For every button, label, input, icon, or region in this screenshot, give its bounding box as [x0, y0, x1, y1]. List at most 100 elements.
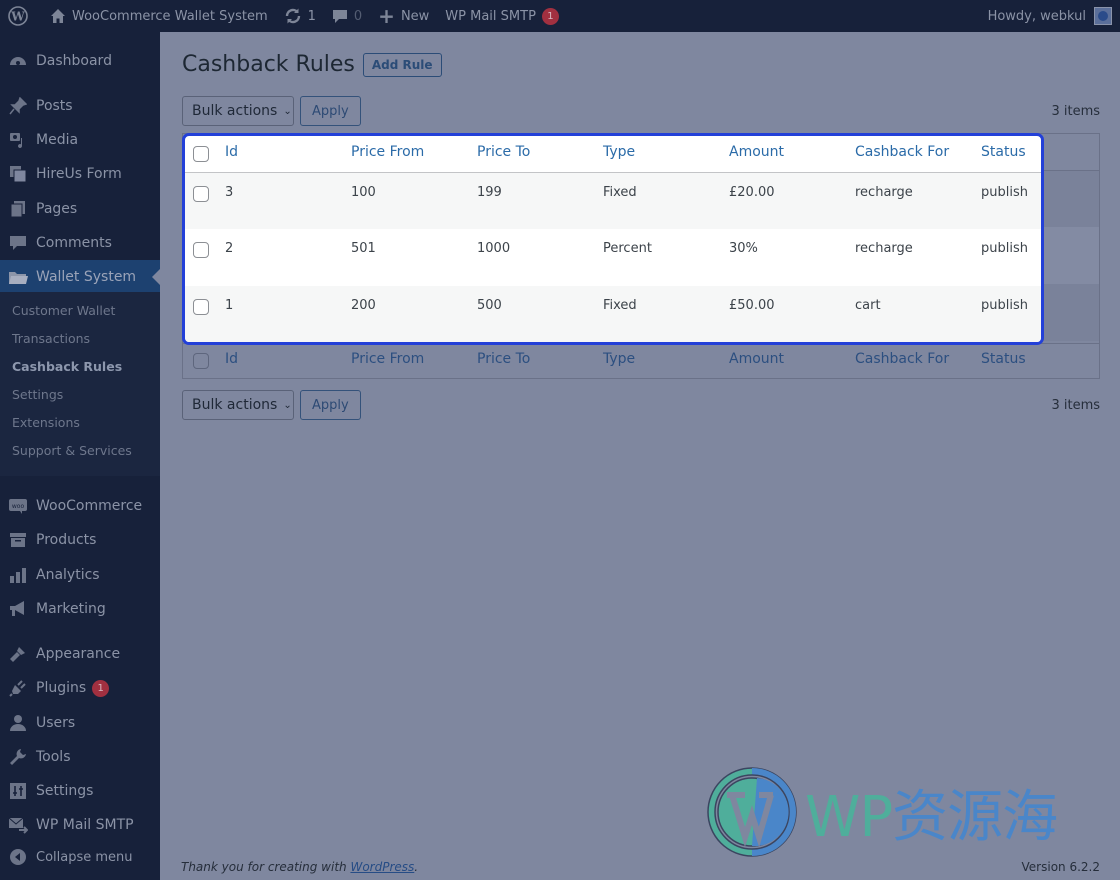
- column-amount[interactable]: Amount: [729, 136, 855, 173]
- table-row: 2 501 1000 Percent 30% recharge publish: [185, 229, 1041, 286]
- notification-badge: 1: [541, 7, 559, 25]
- cell-price-to: 199: [477, 172, 603, 229]
- menu-label: Plugins: [36, 680, 87, 696]
- column-price-to[interactable]: Price To: [477, 136, 603, 173]
- wp-logo-menu[interactable]: W: [0, 0, 42, 32]
- new-content-link[interactable]: + New: [370, 0, 437, 32]
- menu-analytics[interactable]: Analytics: [0, 558, 160, 592]
- row-checkbox[interactable]: [193, 185, 209, 202]
- cell-amount: 30%: [729, 241, 758, 256]
- add-rule-button[interactable]: Add Rule: [362, 52, 442, 77]
- menu-wp-mail-smtp[interactable]: WP Mail SMTP: [0, 808, 160, 842]
- svg-text:woo: woo: [12, 503, 25, 510]
- menu-label: WooCommerce: [36, 498, 143, 514]
- apply-button[interactable]: Apply: [300, 96, 361, 126]
- select-all-checkbox-bottom[interactable]: [193, 353, 209, 369]
- footer-column-amount[interactable]: Amount: [726, 343, 852, 377]
- menu-label: Dashboard: [36, 53, 112, 69]
- footer-column-status[interactable]: Status: [978, 343, 1100, 377]
- watermark: WP资源海: [705, 765, 1058, 859]
- column-status[interactable]: Status: [981, 136, 1041, 173]
- plus-icon: +: [378, 4, 395, 28]
- cell-status: publish: [981, 172, 1041, 229]
- submenu-cashback-rules[interactable]: Cashback Rules: [0, 353, 160, 381]
- admin-bar: W WooCommerce Wallet System 1 0 + New WP…: [0, 0, 1120, 32]
- collapse-icon: [0, 848, 36, 866]
- row-checkbox[interactable]: [193, 299, 209, 315]
- updates-link[interactable]: 1: [276, 0, 324, 32]
- collapse-menu-button[interactable]: Collapse menu: [0, 840, 160, 874]
- column-type[interactable]: Type: [603, 136, 729, 173]
- menu-label: Media: [36, 132, 79, 148]
- footer-column-type[interactable]: Type: [600, 343, 726, 377]
- menu-media[interactable]: Media: [0, 123, 160, 157]
- bulk-actions-select-bottom[interactable]: Bulk actions ⌄: [182, 390, 294, 420]
- menu-appearance[interactable]: Appearance: [0, 637, 160, 671]
- admin-sidebar: Dashboard Posts Media HireUs Form Pages …: [0, 32, 160, 880]
- cell-amount: £20.00: [729, 172, 855, 229]
- page-header: Cashback Rules Add Rule: [182, 52, 442, 77]
- footer-column-id[interactable]: Id: [222, 343, 348, 377]
- menu-users[interactable]: Users: [0, 706, 160, 740]
- bulk-actions-label: Bulk actions: [192, 103, 278, 119]
- menu-comments[interactable]: Comments: [0, 226, 160, 260]
- select-all-checkbox[interactable]: [193, 146, 209, 162]
- menu-label: HireUs Form: [36, 166, 122, 182]
- footer-column-price-to[interactable]: Price To: [474, 343, 600, 377]
- wordpress-link[interactable]: WordPress: [350, 860, 414, 874]
- submenu-settings[interactable]: Settings: [0, 381, 160, 409]
- site-name-link[interactable]: WooCommerce Wallet System: [42, 0, 276, 32]
- menu-marketing[interactable]: Marketing: [0, 592, 160, 626]
- my-account-link[interactable]: Howdy, webkul: [980, 0, 1120, 32]
- site-name: WooCommerce Wallet System: [72, 8, 268, 24]
- menu-settings[interactable]: Settings: [0, 774, 160, 808]
- column-cashback-for[interactable]: Cashback For: [855, 136, 981, 173]
- table-row: 3 100 199 Fixed £20.00 recharge publish: [185, 172, 1041, 229]
- mail-icon: [0, 816, 36, 834]
- howdy-text: Howdy, webkul: [987, 8, 1086, 24]
- pages-icon: [0, 200, 36, 218]
- comments-link[interactable]: 0: [324, 0, 370, 32]
- column-id[interactable]: Id: [225, 136, 351, 173]
- menu-label: Appearance: [36, 646, 121, 662]
- apply-button-bottom[interactable]: Apply: [300, 390, 361, 420]
- submenu-extensions[interactable]: Extensions: [0, 409, 160, 437]
- menu-pages[interactable]: Pages: [0, 192, 160, 226]
- submenu-transactions[interactable]: Transactions: [0, 325, 160, 353]
- thanks-suffix: .: [414, 860, 419, 874]
- menu-label: Posts: [36, 98, 73, 114]
- menu-label: Analytics: [36, 567, 100, 583]
- page-title: Cashback Rules: [182, 52, 355, 77]
- menu-hireus-form[interactable]: HireUs Form: [0, 157, 160, 191]
- cell-id: 2: [225, 241, 234, 256]
- watermark-latin: WP: [805, 784, 893, 850]
- menu-dashboard[interactable]: Dashboard: [0, 44, 160, 78]
- submenu-support-services[interactable]: Support & Services: [0, 437, 160, 465]
- wp-mail-smtp-link[interactable]: WP Mail SMTP 1: [437, 0, 567, 32]
- menu-label: Collapse menu: [36, 849, 133, 865]
- footer-column-price-from[interactable]: Price From: [348, 343, 474, 377]
- menu-plugins[interactable]: Plugins 1: [0, 671, 160, 705]
- footer-column-cashback-for[interactable]: Cashback For: [852, 343, 978, 377]
- thanks-prefix: Thank you for creating with: [181, 860, 351, 874]
- cell-type: Fixed: [603, 286, 729, 342]
- form-icon: [0, 165, 36, 183]
- bulk-actions-select[interactable]: Bulk actions ⌄: [182, 96, 294, 126]
- column-price-from[interactable]: Price From: [351, 136, 477, 173]
- row-checkbox[interactable]: [193, 242, 209, 258]
- chevron-down-icon: ⌄: [283, 105, 292, 117]
- menu-posts[interactable]: Posts: [0, 89, 160, 123]
- cell-id: 3: [225, 172, 351, 229]
- footer-version: Version 6.2.2: [1021, 860, 1100, 874]
- submenu-customer-wallet[interactable]: Customer Wallet: [0, 297, 160, 325]
- menu-tools[interactable]: Tools: [0, 740, 160, 774]
- menu-products[interactable]: Products: [0, 523, 160, 557]
- tablenav-bottom: Bulk actions ⌄ Apply 3 items: [182, 390, 1100, 420]
- menu-woocommerce[interactable]: woo WooCommerce: [0, 489, 160, 523]
- watermark-cjk: 资源海: [892, 784, 1058, 850]
- footer-thanks: Thank you for creating with WordPress.: [181, 860, 418, 874]
- watermark-text: WP资源海: [805, 772, 1058, 853]
- menu-wallet-system[interactable]: Wallet System: [0, 260, 160, 294]
- cell-price-from: 501: [351, 241, 376, 256]
- wp-mail-smtp-label: WP Mail SMTP: [445, 8, 536, 24]
